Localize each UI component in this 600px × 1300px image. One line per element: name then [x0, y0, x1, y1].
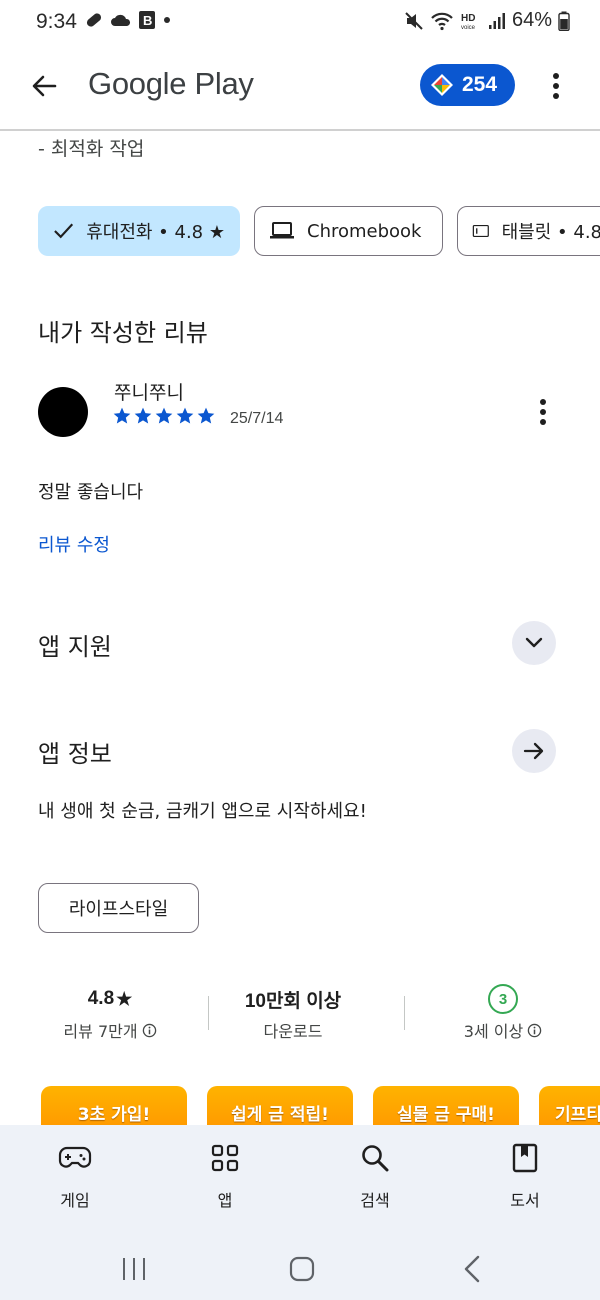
rating-star-icon: ★: [116, 988, 133, 1009]
chip-phone[interactable]: 휴대전화 • 4.8 ★: [38, 206, 240, 256]
star-icon: [197, 407, 215, 424]
status-time: 9:34: [36, 10, 77, 33]
more-vert-icon: [553, 73, 559, 99]
dot-icon: [164, 17, 170, 23]
stat-content-rating[interactable]: 3 3세 이상: [413, 982, 593, 1042]
app-info-heading: 앱 정보: [38, 740, 112, 768]
description-tail: - 최적화 작업: [38, 138, 145, 160]
downloads-label: 다운로드: [263, 1022, 323, 1041]
check-icon: [54, 223, 74, 239]
battery-icon: [558, 11, 570, 31]
nav-books[interactable]: 도서: [475, 1141, 575, 1211]
laptop-icon: [270, 222, 294, 239]
more-vert-icon: [540, 399, 546, 425]
nav-apps-label: 앱: [217, 1191, 233, 1210]
b-app-icon: B: [139, 11, 155, 29]
star-icon: [113, 407, 131, 424]
edit-review-link[interactable]: 리뷰 수정: [38, 531, 110, 557]
svg-text:voice: voice: [461, 25, 476, 31]
svg-text:HD: HD: [461, 13, 475, 24]
chevron-left-icon: [464, 1255, 480, 1283]
app-support-heading: 앱 지원: [38, 633, 112, 661]
reviews-count: 리뷰 7만개: [63, 1022, 138, 1041]
search-icon: [362, 1145, 389, 1172]
review-more-button[interactable]: [528, 396, 558, 428]
app-bar: Google Play 254: [0, 50, 600, 122]
wifi-icon: [431, 12, 453, 30]
hd-voice-icon: HDvoice: [461, 13, 476, 31]
signal-icon: [488, 12, 505, 29]
chevron-down-icon: [525, 637, 543, 648]
reviewer-name: 쭈니쭈니: [114, 382, 184, 404]
status-bar: 9:34 B HD voice 64%: [0, 0, 600, 44]
chip-phone-label: 휴대전화 • 4.8 ★: [86, 222, 225, 243]
app-description: 내 생애 첫 순금, 금캐기 앱으로 시작하세요!: [38, 801, 367, 822]
points-value: 254: [462, 73, 498, 96]
arrow-forward-icon: [523, 742, 544, 760]
svg-text:B: B: [143, 13, 152, 28]
nav-search-label: 검색: [360, 1191, 390, 1210]
chip-chromebook[interactable]: Chromebook: [254, 206, 443, 256]
star-icon: [176, 407, 194, 424]
info-icon: [527, 1023, 542, 1037]
device-filter-chips: 휴대전화 • 4.8 ★ Chromebook 태블릿 • 4.8: [38, 206, 600, 256]
age-rating-badge: 3: [488, 984, 518, 1014]
more-options-button[interactable]: [538, 66, 574, 106]
arrow-back-icon: [32, 75, 57, 97]
home-icon: [289, 1256, 315, 1282]
home-button[interactable]: [272, 1249, 332, 1289]
app-support-expand-button[interactable]: [512, 621, 556, 665]
recent-apps-button[interactable]: [104, 1249, 164, 1289]
downloads-value: 10만회 이상: [244, 990, 342, 1012]
status-notification-icons: B: [84, 10, 172, 30]
nav-apps[interactable]: 앱: [175, 1141, 275, 1211]
nav-games-label: 게임: [60, 1191, 90, 1210]
status-system-icons: HD voice 64%: [404, 9, 570, 32]
star-icon: [155, 407, 173, 424]
stat-downloads: 10만회 이상 다운로드: [203, 982, 383, 1042]
stat-rating[interactable]: 4.8 ★ 리뷰 7만개: [20, 982, 200, 1042]
chip-tablet[interactable]: 태블릿 • 4.8: [457, 206, 600, 256]
apps-grid-icon: [211, 1144, 239, 1172]
star-icon: [134, 407, 152, 424]
nav-games[interactable]: 게임: [25, 1141, 125, 1211]
category-chip[interactable]: 라이프스타일: [38, 883, 199, 933]
nav-books-label: 도서: [510, 1191, 540, 1210]
system-back-button[interactable]: [442, 1249, 502, 1289]
book-icon: [512, 1143, 538, 1173]
chip-tablet-label: 태블릿 • 4.8: [501, 222, 600, 243]
recent-apps-icon: [123, 1258, 145, 1280]
mute-icon: [405, 11, 423, 30]
battery-percent: 64%: [511, 9, 552, 31]
pill-icon: [86, 13, 102, 27]
system-navigation-bar: [0, 1237, 600, 1300]
tablet-icon: [472, 224, 489, 238]
app-title: Google Play: [88, 66, 254, 101]
info-icon: [142, 1023, 156, 1037]
rating-value: 4.8: [87, 988, 115, 1009]
cloud-icon: [111, 14, 131, 26]
age-rating-label: 3세 이상: [463, 1022, 524, 1041]
app-info-open-button[interactable]: [512, 729, 556, 773]
review-rating: [112, 406, 216, 426]
bottom-navigation: 게임 앱 검색 도서: [0, 1125, 600, 1237]
back-button[interactable]: [22, 64, 66, 108]
nav-search[interactable]: 검색: [325, 1141, 425, 1211]
play-points-icon: [431, 74, 453, 96]
review-text: 정말 좋습니다: [38, 482, 144, 503]
chip-chromebook-label: Chromebook: [307, 220, 422, 242]
app-bar-divider: [0, 129, 600, 131]
stat-divider: [404, 996, 405, 1030]
play-points-button[interactable]: 254: [420, 64, 515, 106]
avatar: [38, 387, 88, 437]
app-stats: 4.8 ★ 리뷰 7만개 10만회 이상 다운로드 3 3세 이상: [0, 982, 600, 1052]
my-review-heading: 내가 작성한 리뷰: [38, 319, 208, 347]
review-date: 25/7/14: [230, 410, 284, 427]
gamepad-icon: [58, 1146, 92, 1168]
